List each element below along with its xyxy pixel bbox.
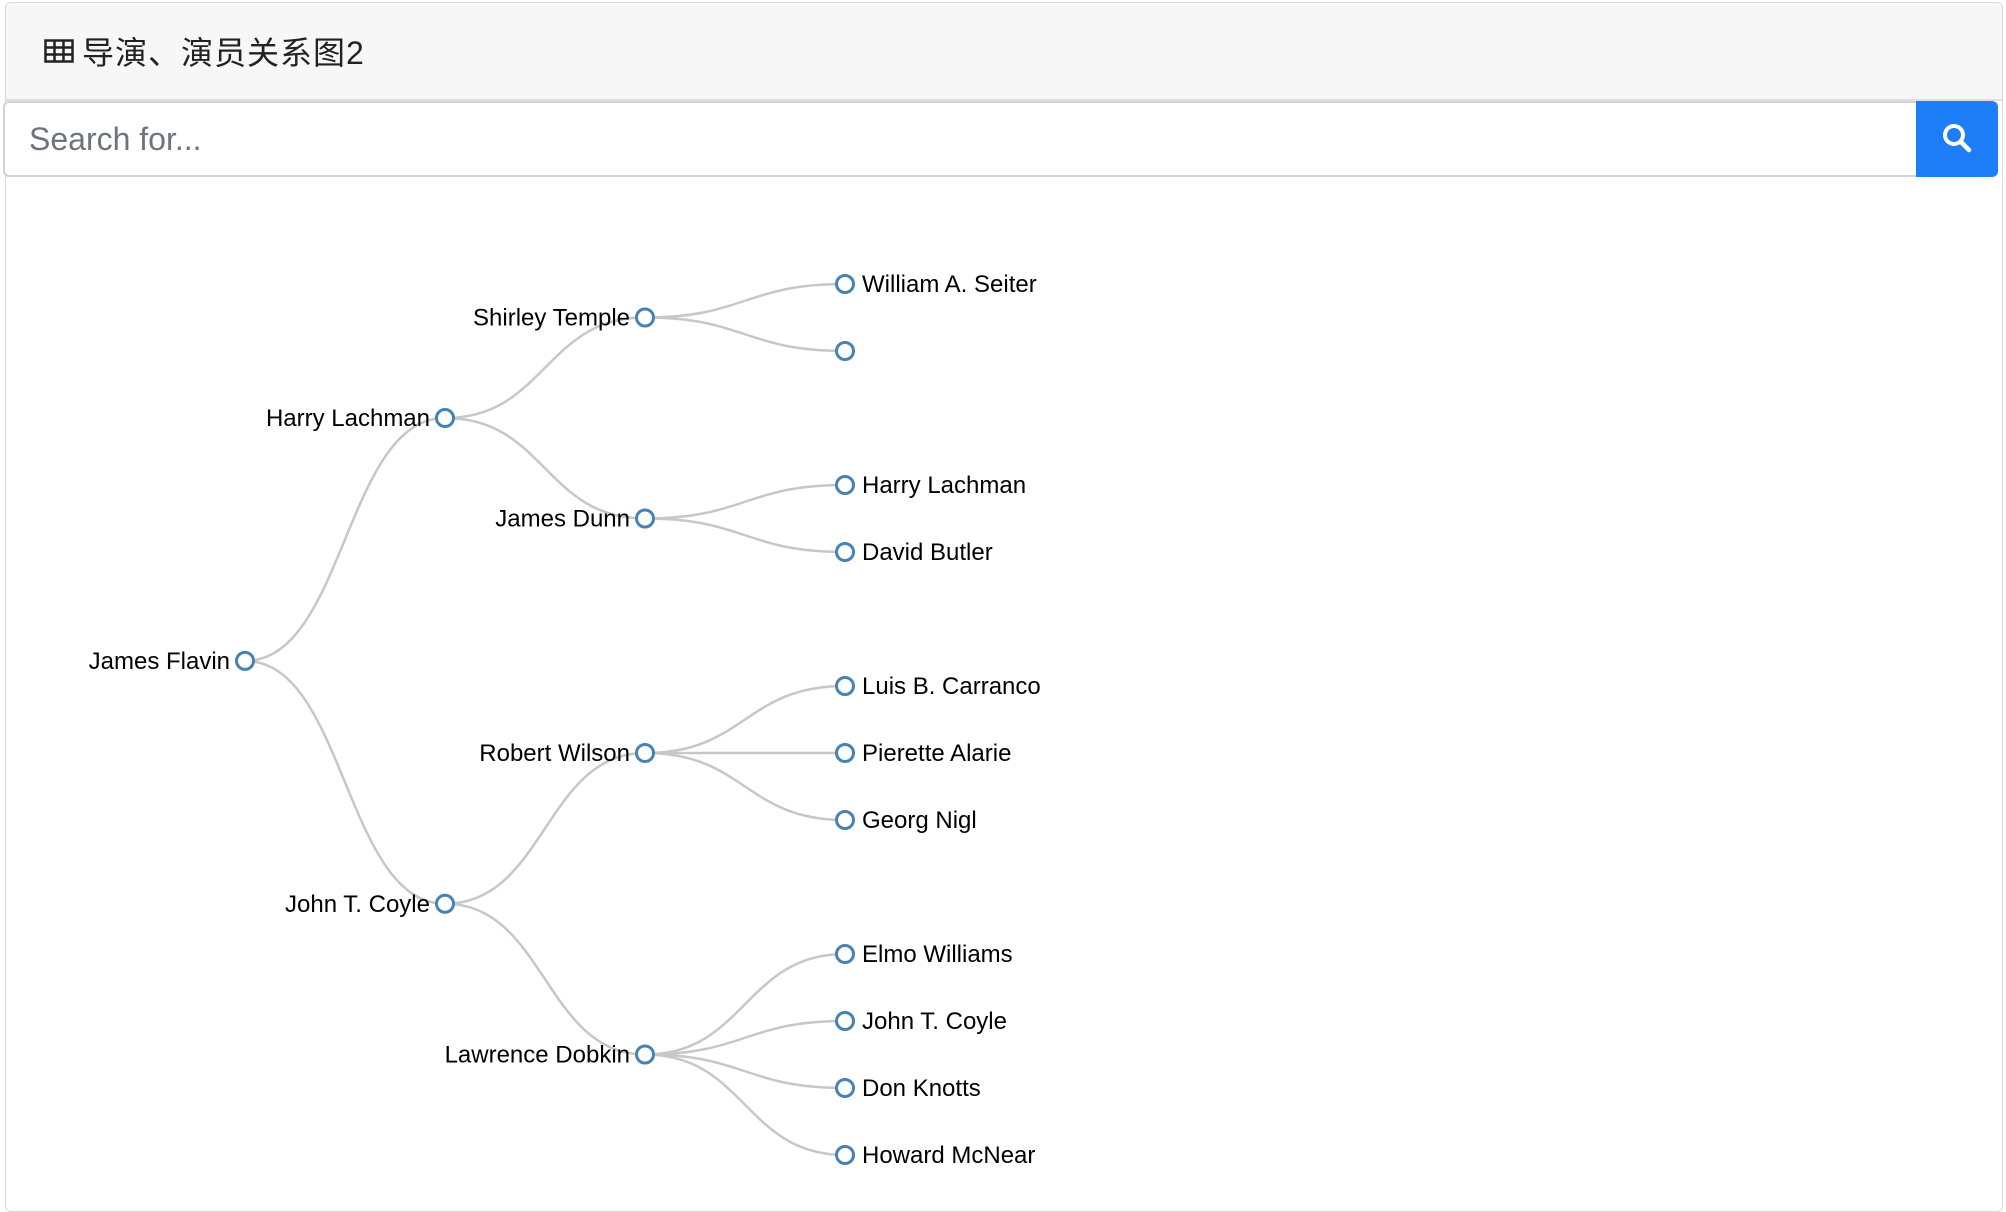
tree-node[interactable]: William A. Seiter xyxy=(835,271,1037,298)
node-circle[interactable] xyxy=(835,676,855,696)
tree-link xyxy=(444,316,646,420)
node-label: Harry Lachman xyxy=(266,405,430,432)
tree-link xyxy=(644,517,846,554)
tree-link xyxy=(644,684,846,755)
node-circle[interactable] xyxy=(635,743,655,763)
tree-node[interactable]: Luis B. Carranco xyxy=(835,673,1041,700)
node-label: Pierette Alarie xyxy=(862,740,1011,767)
node-circle[interactable] xyxy=(635,1044,655,1065)
node-circle[interactable] xyxy=(835,743,855,763)
node-circle[interactable] xyxy=(435,893,455,914)
node-circle[interactable] xyxy=(435,408,455,428)
tree-link xyxy=(644,751,846,822)
node-circle[interactable] xyxy=(835,274,855,294)
tree-node[interactable]: Lawrence Dobkin xyxy=(445,1042,655,1069)
tree-link xyxy=(244,416,446,663)
tree-node[interactable]: Pierette Alarie xyxy=(835,740,1012,767)
tree-link xyxy=(644,1053,846,1090)
node-label: John T. Coyle xyxy=(862,1008,1007,1035)
tree-node[interactable]: Shirley Temple xyxy=(473,305,655,332)
tree-link xyxy=(444,902,646,1056)
node-label: Robert Wilson xyxy=(479,740,630,767)
node-label: Shirley Temple xyxy=(473,305,630,332)
tree-link xyxy=(644,282,846,319)
tree-node[interactable]: James Flavin xyxy=(89,648,255,675)
node-label: Howard McNear xyxy=(862,1142,1035,1169)
node-circle[interactable] xyxy=(835,1145,855,1165)
tree-node[interactable]: John T. Coyle xyxy=(835,1008,1007,1035)
tree-link xyxy=(644,952,846,1056)
tree-node[interactable] xyxy=(835,341,855,361)
tree-node[interactable]: Georg Nigl xyxy=(835,807,977,834)
node-label: Don Knotts xyxy=(862,1075,981,1102)
tree-link xyxy=(444,416,646,520)
relationship-tree: James Flavin Harry Lachman Shirley Temple W… xyxy=(89,271,1041,1169)
tree-node[interactable]: Harry Lachman xyxy=(266,405,455,432)
node-label: Harry Lachman xyxy=(862,472,1026,499)
tree-nodes: James Flavin Harry Lachman Shirley Temple W… xyxy=(89,271,1041,1169)
node-circle[interactable] xyxy=(835,810,855,830)
tree-link xyxy=(244,659,446,905)
tree-link xyxy=(644,1053,846,1157)
tree-link xyxy=(644,1019,846,1056)
node-circle[interactable] xyxy=(835,1078,855,1098)
tree-node[interactable]: Howard McNear xyxy=(835,1142,1036,1169)
tree-node[interactable]: Robert Wilson xyxy=(479,740,655,767)
node-circle[interactable] xyxy=(235,650,255,671)
node-label: Lawrence Dobkin xyxy=(445,1042,630,1069)
node-label: Georg Nigl xyxy=(862,807,977,834)
node-label: Luis B. Carranco xyxy=(862,673,1041,700)
node-circle[interactable] xyxy=(635,508,655,529)
tree-node[interactable]: Elmo Williams xyxy=(835,941,1013,968)
node-label: James Dunn xyxy=(495,506,630,533)
tree-node[interactable]: David Butler xyxy=(835,539,993,566)
tree-node[interactable]: Harry Lachman xyxy=(835,472,1027,499)
node-circle[interactable] xyxy=(835,1011,855,1031)
tree-node[interactable]: James Dunn xyxy=(495,506,655,533)
node-circle[interactable] xyxy=(835,341,855,361)
node-label: William A. Seiter xyxy=(862,271,1037,298)
tree-link xyxy=(644,483,846,520)
tree-link xyxy=(644,316,846,353)
node-label: Elmo Williams xyxy=(862,941,1013,968)
tree-node[interactable]: Don Knotts xyxy=(835,1075,981,1102)
tree-node[interactable]: John T. Coyle xyxy=(285,891,455,918)
node-circle[interactable] xyxy=(635,307,655,328)
node-label: James Flavin xyxy=(89,648,230,675)
node-circle[interactable] xyxy=(835,944,855,964)
node-circle[interactable] xyxy=(835,475,855,495)
node-label: David Butler xyxy=(862,539,993,566)
node-circle[interactable] xyxy=(835,542,855,562)
tree-link xyxy=(444,751,646,905)
node-label: John T. Coyle xyxy=(285,891,430,918)
